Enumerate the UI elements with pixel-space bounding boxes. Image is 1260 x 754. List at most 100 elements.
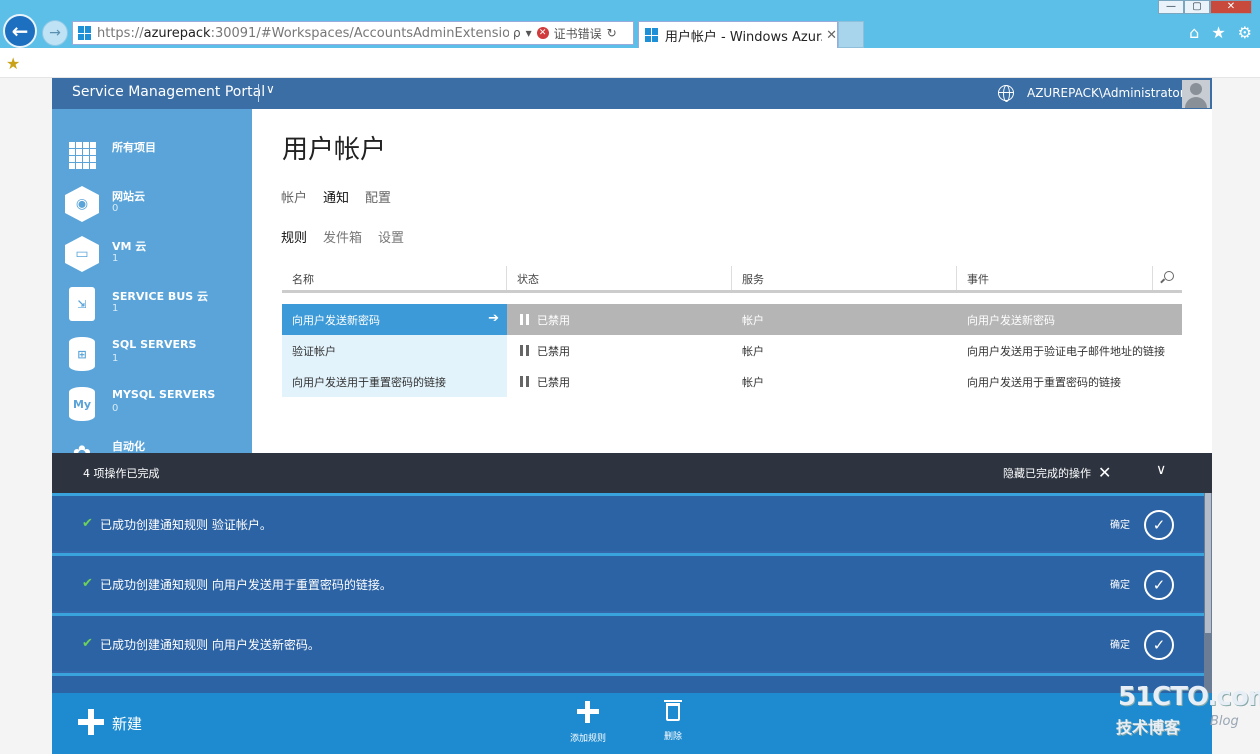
notifications-list: ✔ 已成功创建通知规则 验证帐户。 确定 ✓ ✔ 已成功创建通知规则 向用户发送… [52, 493, 1212, 693]
dropdown-icon[interactable]: ▾ [526, 26, 532, 40]
tab-close-icon[interactable]: ✕ [826, 28, 837, 43]
ok-label[interactable]: 确定 [1110, 576, 1130, 591]
table-row[interactable]: 向用户发送新密码 ➔ 已禁用 帐户 向用户发送新密码 [282, 304, 1182, 335]
monitor-icon: ▭ [65, 236, 99, 272]
rule-status: 已禁用 [537, 376, 570, 389]
new-button[interactable]: 新建 [112, 713, 142, 734]
tab-configure[interactable]: 配置 [365, 187, 391, 206]
delete-button[interactable]: 删除 [643, 700, 703, 742]
ok-label[interactable]: 确定 [1110, 636, 1130, 651]
close-icon[interactable]: ✕ [1098, 463, 1111, 482]
rule-service: 帐户 [742, 345, 764, 358]
watermark-main: 51CTO.com [1118, 682, 1260, 712]
column-header-name[interactable]: 名称 [292, 271, 314, 287]
window-close-button[interactable]: ✕ [1210, 0, 1252, 14]
add-rule-button[interactable]: 添加规则 [558, 701, 618, 744]
browser-tab-active[interactable]: 用户帐户 - Windows Azur... ✕ [638, 21, 838, 48]
avatar[interactable] [1182, 80, 1210, 108]
notifications-header: 4 项操作已完成 隐藏已完成的操作 ✕ ∨ [52, 453, 1212, 493]
chevron-down-icon[interactable]: ∨ [266, 82, 275, 96]
sidebar-item-web-sites[interactable]: ◉ 网站云 0 [52, 186, 252, 236]
sidebar-item-vm-clouds[interactable]: ▭ VM 云 1 [52, 236, 252, 286]
notification-message: 已成功创建通知规则 验证帐户。 [100, 518, 272, 532]
rule-name[interactable]: 向用户发送用于重置密码的链接 [292, 376, 446, 389]
refresh-icon[interactable]: ↻ [607, 26, 617, 40]
search-icon[interactable]: ρ [513, 26, 521, 40]
subtab-outbox[interactable]: 发件箱 [323, 227, 362, 246]
windows-logo-icon [78, 26, 92, 40]
portal-title[interactable]: Service Management Portal [72, 84, 265, 100]
page-title: 用户帐户 [282, 135, 387, 165]
notifications-summary: 4 项操作已完成 [83, 467, 160, 480]
rule-event: 向用户发送新密码 [967, 314, 1055, 327]
globe-icon[interactable] [998, 85, 1014, 102]
sidebar: 所有项目 ◉ 网站云 0 ▭ VM 云 1 ⇲ SERVICE BUS 云 1 … [52, 109, 252, 453]
rule-event: 向用户发送用于验证电子邮件地址的链接 [967, 345, 1165, 358]
sidebar-item-count: 0 [112, 403, 119, 414]
rule-name[interactable]: 验证帐户 [292, 345, 336, 358]
minimize-button[interactable]: — [1158, 0, 1184, 14]
scrollbar-thumb[interactable] [1205, 493, 1211, 633]
pause-icon [520, 376, 529, 387]
portal-header: Service Management Portal ∨ AZUREPACK\Ad… [52, 78, 1212, 109]
address-url[interactable]: https://azurepack:30091/#Workspaces/Acco… [97, 26, 509, 41]
add-rule-label: 添加规则 [569, 734, 606, 744]
sidebar-item-label: VM 云 [112, 240, 147, 253]
trash-icon [664, 700, 682, 721]
home-icon[interactable]: ⌂ [1189, 23, 1199, 42]
browser-chrome: ← → https://azurepack:30091/#Workspaces/… [0, 0, 1260, 48]
sidebar-item-label: SQL SERVERS [112, 338, 197, 351]
new-tab-button[interactable] [838, 21, 864, 48]
back-arrow-icon: ← [11, 19, 29, 43]
back-button[interactable]: ← [3, 14, 37, 48]
forward-button[interactable]: → [42, 20, 68, 46]
sidebar-item-mysql-servers[interactable]: My MYSQL SERVERS 0 [52, 386, 252, 436]
subtab-settings[interactable]: 设置 [378, 227, 404, 246]
website-globe-icon: ◉ [65, 186, 99, 222]
column-header-service[interactable]: 服务 [742, 271, 764, 287]
page-gutter-right [1212, 78, 1260, 754]
sidebar-item-sql-servers[interactable]: ⊞ SQL SERVERS 1 [52, 336, 252, 386]
notification-item: ✔ 已成功创建通知规则 向用户发送用于重置密码的链接。 确定 ✓ [52, 553, 1204, 611]
command-bar: 新建 添加规则 删除 [52, 693, 1212, 754]
sidebar-item-service-bus[interactable]: ⇲ SERVICE BUS 云 1 [52, 286, 252, 336]
subtab-rules[interactable]: 规则 [281, 227, 307, 246]
cert-error-label[interactable]: 证书错误 [554, 25, 602, 42]
plus-icon [577, 701, 599, 723]
ok-circle-icon[interactable]: ✓ [1144, 570, 1174, 600]
user-name[interactable]: AZUREPACK\Administrator [1027, 86, 1185, 100]
favorites-star-icon[interactable]: ★ [1211, 23, 1225, 42]
rule-service: 帐户 [742, 376, 764, 389]
delete-label: 删除 [663, 732, 682, 742]
ok-circle-icon[interactable]: ✓ [1144, 510, 1174, 540]
ok-circle-icon[interactable]: ✓ [1144, 630, 1174, 660]
sidebar-item-all-items[interactable]: 所有项目 [52, 137, 252, 187]
plus-icon[interactable] [78, 709, 104, 735]
table-row[interactable]: 向用户发送用于重置密码的链接 已禁用 帐户 向用户发送用于重置密码的链接 [282, 366, 1182, 397]
rule-name[interactable]: 向用户发送新密码 [292, 314, 380, 327]
sidebar-item-count: 1 [112, 353, 119, 364]
hide-completed-button[interactable]: 隐藏已完成的操作 [1003, 465, 1091, 481]
favorites-bar: ★ [0, 48, 1260, 78]
sidebar-item-automation[interactable]: ✿ 自动化 [52, 436, 252, 453]
ok-label[interactable]: 确定 [1110, 516, 1130, 531]
notification-message: 已成功创建通知规则 向用户发送新密码。 [100, 638, 320, 652]
pause-icon [520, 314, 529, 325]
watermark-blog: Blog [1210, 714, 1239, 729]
tab-notifications[interactable]: 通知 [323, 187, 349, 206]
sidebar-item-label: MYSQL SERVERS [112, 388, 216, 401]
database-icon: ⊞ [69, 337, 95, 371]
maximize-button[interactable]: ▢ [1184, 0, 1210, 14]
search-icon[interactable] [1164, 271, 1174, 281]
table-row[interactable]: 验证帐户 已禁用 帐户 向用户发送用于验证电子邮件地址的链接 [282, 335, 1182, 366]
settings-gear-icon[interactable]: ⚙ [1238, 23, 1252, 42]
mysql-database-icon: My [69, 387, 95, 421]
tab-accounts[interactable]: 帐户 [281, 187, 307, 206]
notification-message: 已成功创建通知规则 向用户发送用于重置密码的链接。 [100, 578, 392, 592]
address-bar[interactable]: https://azurepack:30091/#Workspaces/Acco… [72, 21, 634, 45]
column-header-event[interactable]: 事件 [967, 271, 989, 287]
add-favorite-icon[interactable]: ★ [6, 54, 20, 73]
column-header-status[interactable]: 状态 [517, 271, 539, 287]
arrow-right-icon[interactable]: ➔ [488, 311, 499, 326]
chevron-down-icon[interactable]: ∨ [1156, 462, 1166, 478]
